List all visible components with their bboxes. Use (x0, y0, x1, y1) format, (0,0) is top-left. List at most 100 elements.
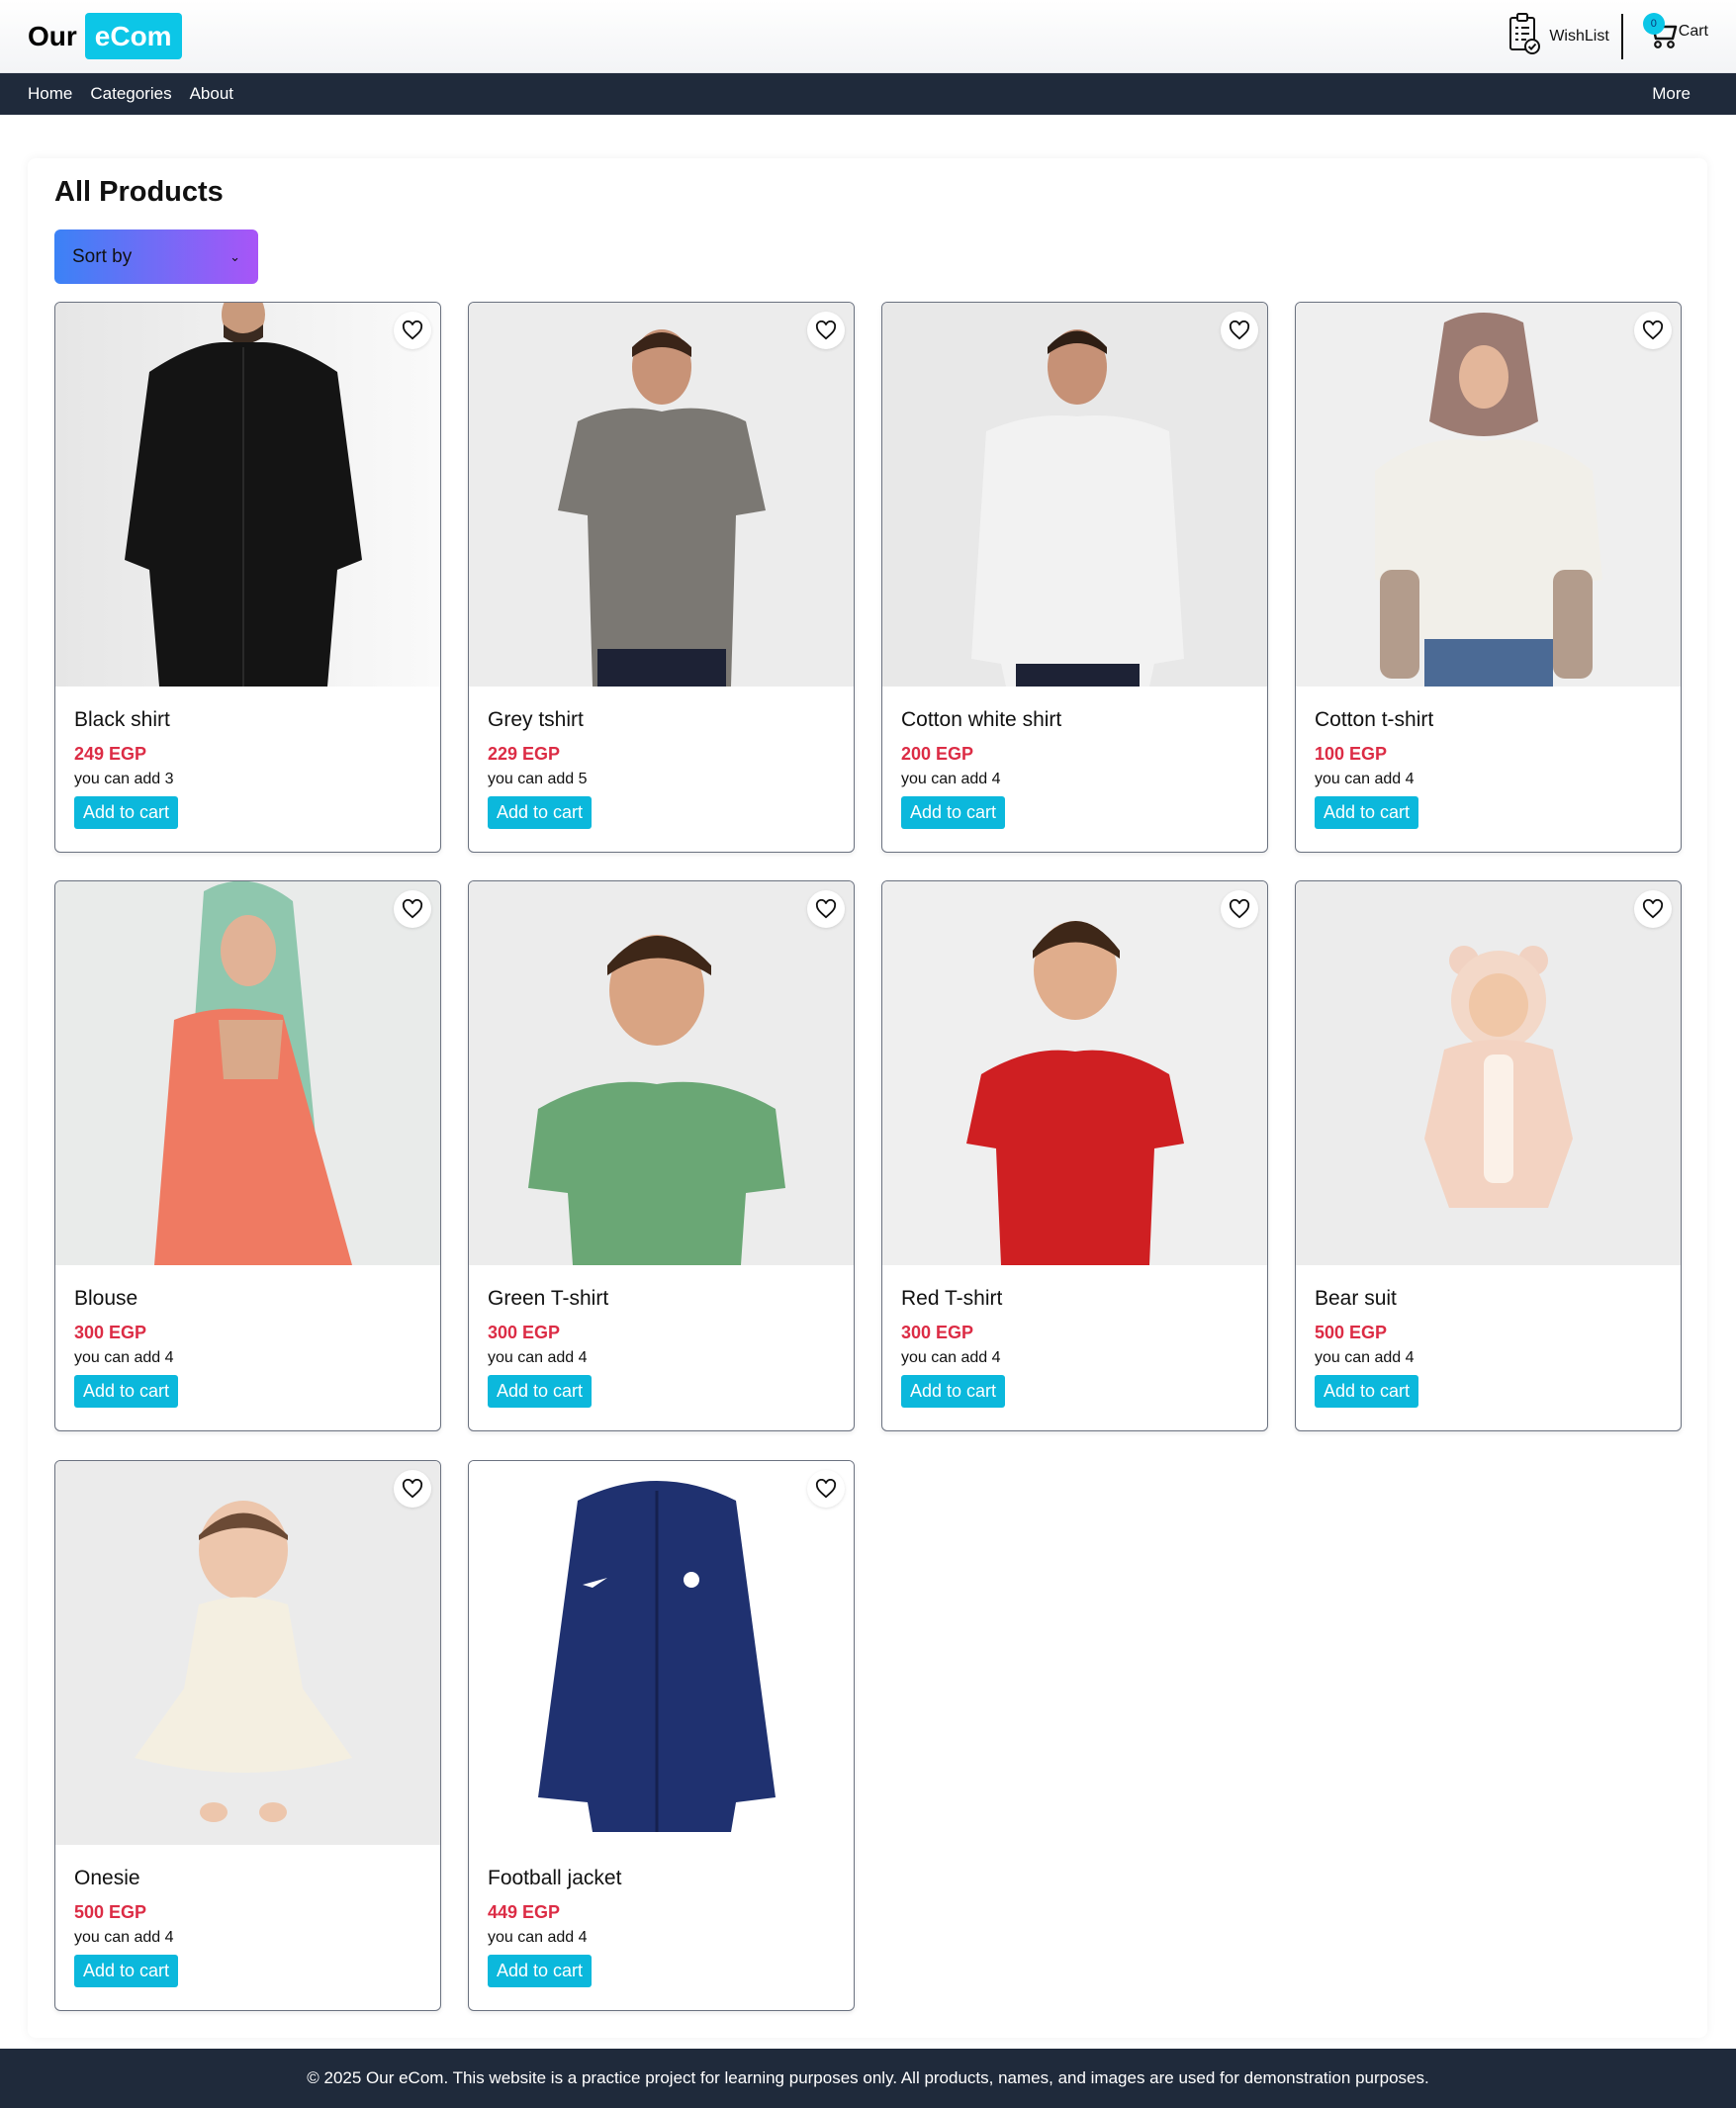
product-price: 300 EGP (901, 1323, 974, 1342)
product-info: Green T-shirt 300 EGP you can add 4 Add … (488, 1287, 835, 1408)
product-info: Grey tshirt 229 EGP you can add 5 Add to… (488, 708, 835, 829)
product-price: 500 EGP (1315, 1323, 1388, 1342)
product-name[interactable]: Cotton t-shirt (1315, 708, 1662, 732)
products-panel: All Products Sort by ⌄ Black shirt 249 E… (28, 158, 1707, 2038)
heart-icon[interactable] (1634, 312, 1672, 349)
add-to-cart-button[interactable]: Add to cart (74, 1955, 179, 1987)
sort-select[interactable]: Sort by ⌄ (54, 229, 258, 284)
product-card: Cotton t-shirt 100 EGP you can add 4 Add… (1295, 302, 1682, 853)
product-stock: you can add 4 (488, 1929, 588, 1946)
product-card: Cotton white shirt 200 EGP you can add 4… (881, 302, 1268, 853)
cart-link[interactable]: 0 Cart (1642, 13, 1708, 55)
sort-label: Sort by (72, 245, 133, 267)
heart-icon[interactable] (394, 312, 431, 349)
add-to-cart-button[interactable]: Add to cart (1315, 1375, 1419, 1408)
heart-icon[interactable] (1634, 890, 1672, 928)
add-to-cart-button[interactable]: Add to cart (488, 1375, 593, 1408)
heart-icon[interactable] (807, 890, 845, 928)
page-title: All Products (54, 176, 224, 208)
product-card: Red T-shirt 300 EGP you can add 4 Add to… (881, 880, 1268, 1431)
product-image[interactable] (1296, 881, 1681, 1265)
product-card: Blouse 300 EGP you can add 4 Add to cart (54, 880, 441, 1431)
product-info: Football jacket 449 EGP you can add 4 Ad… (488, 1867, 835, 1987)
heart-icon[interactable] (807, 312, 845, 349)
nav-about[interactable]: About (190, 84, 233, 104)
heart-icon[interactable] (1221, 312, 1258, 349)
add-to-cart-button[interactable]: Add to cart (1315, 796, 1419, 829)
product-name[interactable]: Football jacket (488, 1867, 835, 1890)
product-stock: you can add 4 (74, 1349, 174, 1366)
product-image[interactable] (882, 303, 1267, 687)
header-divider (1620, 13, 1623, 59)
add-to-cart-button[interactable]: Add to cart (901, 1375, 1006, 1408)
heart-icon[interactable] (394, 890, 431, 928)
product-price: 300 EGP (488, 1323, 561, 1342)
product-info: Cotton white shirt 200 EGP you can add 4… (901, 708, 1248, 829)
product-image[interactable] (55, 881, 440, 1265)
product-card: Grey tshirt 229 EGP you can add 5 Add to… (468, 302, 855, 853)
logo-our-text: Our (28, 20, 77, 51)
product-name[interactable]: Green T-shirt (488, 1287, 835, 1311)
product-image[interactable] (55, 1461, 440, 1845)
product-image[interactable] (469, 1461, 854, 1845)
product-image[interactable] (469, 303, 854, 687)
nav-home[interactable]: Home (28, 84, 72, 104)
main-nav: Home Categories About More (0, 73, 1736, 115)
product-card: Black shirt 249 EGP you can add 3 Add to… (54, 302, 441, 853)
product-stock: you can add 4 (1315, 771, 1415, 787)
site-header: Our eCom WishList 0 Cart (0, 0, 1736, 73)
add-to-cart-button[interactable]: Add to cart (74, 1375, 179, 1408)
product-card: Bear suit 500 EGP you can add 4 Add to c… (1295, 880, 1682, 1431)
product-stock: you can add 4 (901, 1349, 1001, 1366)
product-price: 100 EGP (1315, 744, 1388, 764)
footer-text: © 2025 Our eCom. This website is a pract… (307, 2068, 1429, 2087)
product-stock: you can add 4 (901, 771, 1001, 787)
product-name[interactable]: Grey tshirt (488, 708, 835, 732)
product-info: Onesie 500 EGP you can add 4 Add to cart (74, 1867, 421, 1987)
heart-icon[interactable] (394, 1470, 431, 1508)
product-card: Onesie 500 EGP you can add 4 Add to cart (54, 1460, 441, 2011)
cart-label: Cart (1678, 23, 1708, 40)
product-info: Bear suit 500 EGP you can add 4 Add to c… (1315, 1287, 1662, 1408)
product-name[interactable]: Blouse (74, 1287, 421, 1311)
product-image[interactable] (55, 303, 440, 687)
product-info: Red T-shirt 300 EGP you can add 4 Add to… (901, 1287, 1248, 1408)
product-image[interactable] (882, 881, 1267, 1265)
product-name[interactable]: Red T-shirt (901, 1287, 1248, 1311)
product-price: 229 EGP (488, 744, 561, 764)
product-card: Green T-shirt 300 EGP you can add 4 Add … (468, 880, 855, 1431)
header-actions: WishList 0 Cart (1508, 12, 1708, 60)
wishlist-link[interactable]: WishList (1508, 12, 1620, 60)
product-stock: you can add 4 (1315, 1349, 1415, 1366)
logo[interactable]: Our eCom (28, 13, 182, 59)
wishlist-label: WishList (1549, 27, 1609, 45)
nav-categories[interactable]: Categories (90, 84, 171, 104)
product-name[interactable]: Onesie (74, 1867, 421, 1890)
product-stock: you can add 3 (74, 771, 174, 787)
cart-count-badge: 0 (1642, 13, 1665, 35)
add-to-cart-button[interactable]: Add to cart (488, 796, 593, 829)
product-stock: you can add 4 (74, 1929, 174, 1946)
add-to-cart-button[interactable]: Add to cart (488, 1955, 593, 1987)
product-stock: you can add 4 (488, 1349, 588, 1366)
nav-more[interactable]: More (1652, 84, 1690, 104)
product-name[interactable]: Black shirt (74, 708, 421, 732)
add-to-cart-button[interactable]: Add to cart (74, 796, 179, 829)
product-image[interactable] (469, 881, 854, 1265)
add-to-cart-button[interactable]: Add to cart (901, 796, 1006, 829)
product-card: Football jacket 449 EGP you can add 4 Ad… (468, 1460, 855, 2011)
chevron-down-icon: ⌄ (229, 248, 240, 264)
product-name[interactable]: Cotton white shirt (901, 708, 1248, 732)
product-info: Cotton t-shirt 100 EGP you can add 4 Add… (1315, 708, 1662, 829)
product-image[interactable] (1296, 303, 1681, 687)
product-price: 500 EGP (74, 1902, 147, 1922)
product-info: Blouse 300 EGP you can add 4 Add to cart (74, 1287, 421, 1408)
product-price: 200 EGP (901, 744, 974, 764)
product-name[interactable]: Bear suit (1315, 1287, 1662, 1311)
heart-icon[interactable] (807, 1470, 845, 1508)
product-stock: you can add 5 (488, 771, 588, 787)
product-price: 300 EGP (74, 1323, 147, 1342)
clipboard-check-icon (1508, 12, 1541, 60)
heart-icon[interactable] (1221, 890, 1258, 928)
product-price: 249 EGP (74, 744, 147, 764)
